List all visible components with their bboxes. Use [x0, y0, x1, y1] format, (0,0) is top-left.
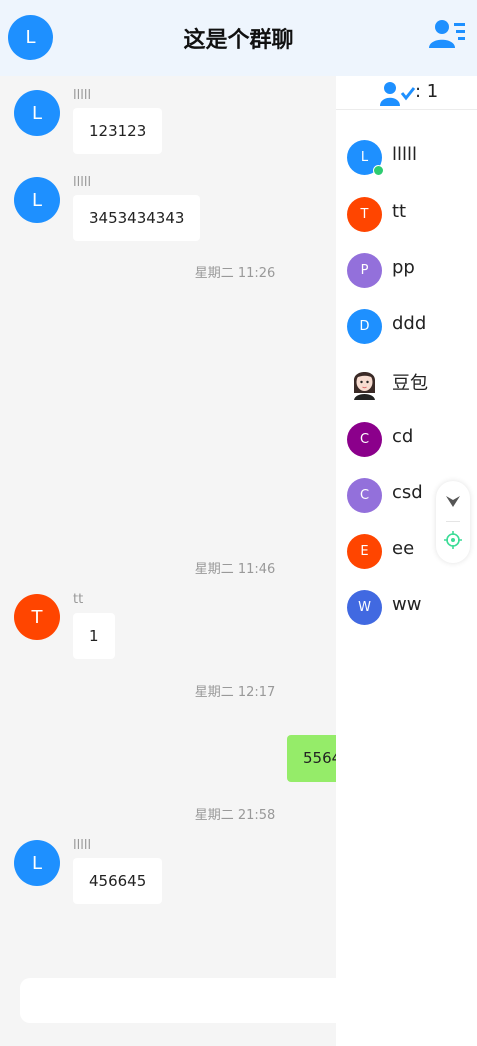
- member-item[interactable]: D ddd: [336, 309, 477, 349]
- member-name: tt: [392, 201, 407, 222]
- locate-icon[interactable]: [444, 531, 462, 549]
- floating-toolbar: [436, 481, 470, 563]
- chat-title: 这是个群聊: [183, 28, 294, 53]
- sender-name: lllll: [73, 175, 92, 190]
- member-avatar: L: [347, 140, 384, 176]
- member-name: pp: [392, 257, 415, 278]
- sender-name: lllll: [73, 838, 92, 853]
- member-name: ddd: [392, 313, 427, 334]
- toolbar-divider: [446, 521, 460, 522]
- member-avatar: E: [347, 534, 382, 569]
- member-avatar: C: [347, 478, 382, 513]
- online-users-icon: [380, 82, 416, 106]
- sender-avatar[interactable]: L: [14, 840, 60, 886]
- online-count: : 1: [336, 76, 477, 110]
- message-timestamp: 星期二 21:58: [194, 808, 276, 823]
- online-status-dot: [373, 165, 384, 176]
- member-avatar: T: [347, 197, 382, 232]
- member-avatar: D: [347, 309, 382, 344]
- member-photo-avatar: [347, 365, 382, 400]
- message-bubble[interactable]: 1: [73, 613, 115, 659]
- message-list[interactable]: L lllll 123123 L lllll 3453434343 星期二 11…: [0, 76, 336, 1046]
- sender-avatar[interactable]: L: [14, 177, 60, 223]
- member-name: 豆包: [392, 373, 428, 394]
- member-item[interactable]: 豆包: [336, 365, 477, 405]
- member-name: csd: [392, 482, 423, 503]
- member-item[interactable]: L lllll: [336, 140, 477, 180]
- message-input[interactable]: [20, 978, 360, 1023]
- chat-header: L 这是个群聊: [0, 0, 477, 76]
- member-item[interactable]: P pp: [336, 253, 477, 293]
- message-bubble[interactable]: 456645: [73, 858, 163, 904]
- member-name: lllll: [392, 144, 418, 165]
- message-bubble[interactable]: 3453434343: [73, 195, 201, 241]
- members-list-icon: [429, 20, 465, 48]
- member-item[interactable]: T tt: [336, 197, 477, 237]
- member-avatar: P: [347, 253, 382, 288]
- message-timestamp: 星期二 12:17: [194, 685, 276, 700]
- message-bubble[interactable]: 123123: [73, 108, 163, 154]
- my-message-bubble[interactable]: 5564: [287, 735, 336, 782]
- member-item[interactable]: C cd: [336, 422, 477, 462]
- avatar-portrait-icon: [353, 372, 376, 400]
- scroll-down-icon[interactable]: [445, 493, 461, 509]
- message-timestamp: 星期二 11:46: [194, 562, 276, 577]
- sender-name: lllll: [73, 88, 92, 103]
- sender-avatar[interactable]: L: [14, 90, 60, 136]
- member-avatar: C: [347, 422, 382, 457]
- member-avatar: W: [347, 590, 382, 625]
- member-name: ee: [392, 538, 415, 559]
- member-name: cd: [392, 426, 414, 447]
- member-name: ww: [392, 594, 422, 615]
- message-timestamp: 星期二 11:26: [194, 266, 276, 281]
- sender-avatar[interactable]: T: [14, 594, 60, 640]
- online-count-text: : 1: [415, 81, 439, 102]
- member-item[interactable]: W ww: [336, 590, 477, 630]
- sender-name: tt: [73, 592, 84, 607]
- members-list-button[interactable]: [428, 18, 468, 52]
